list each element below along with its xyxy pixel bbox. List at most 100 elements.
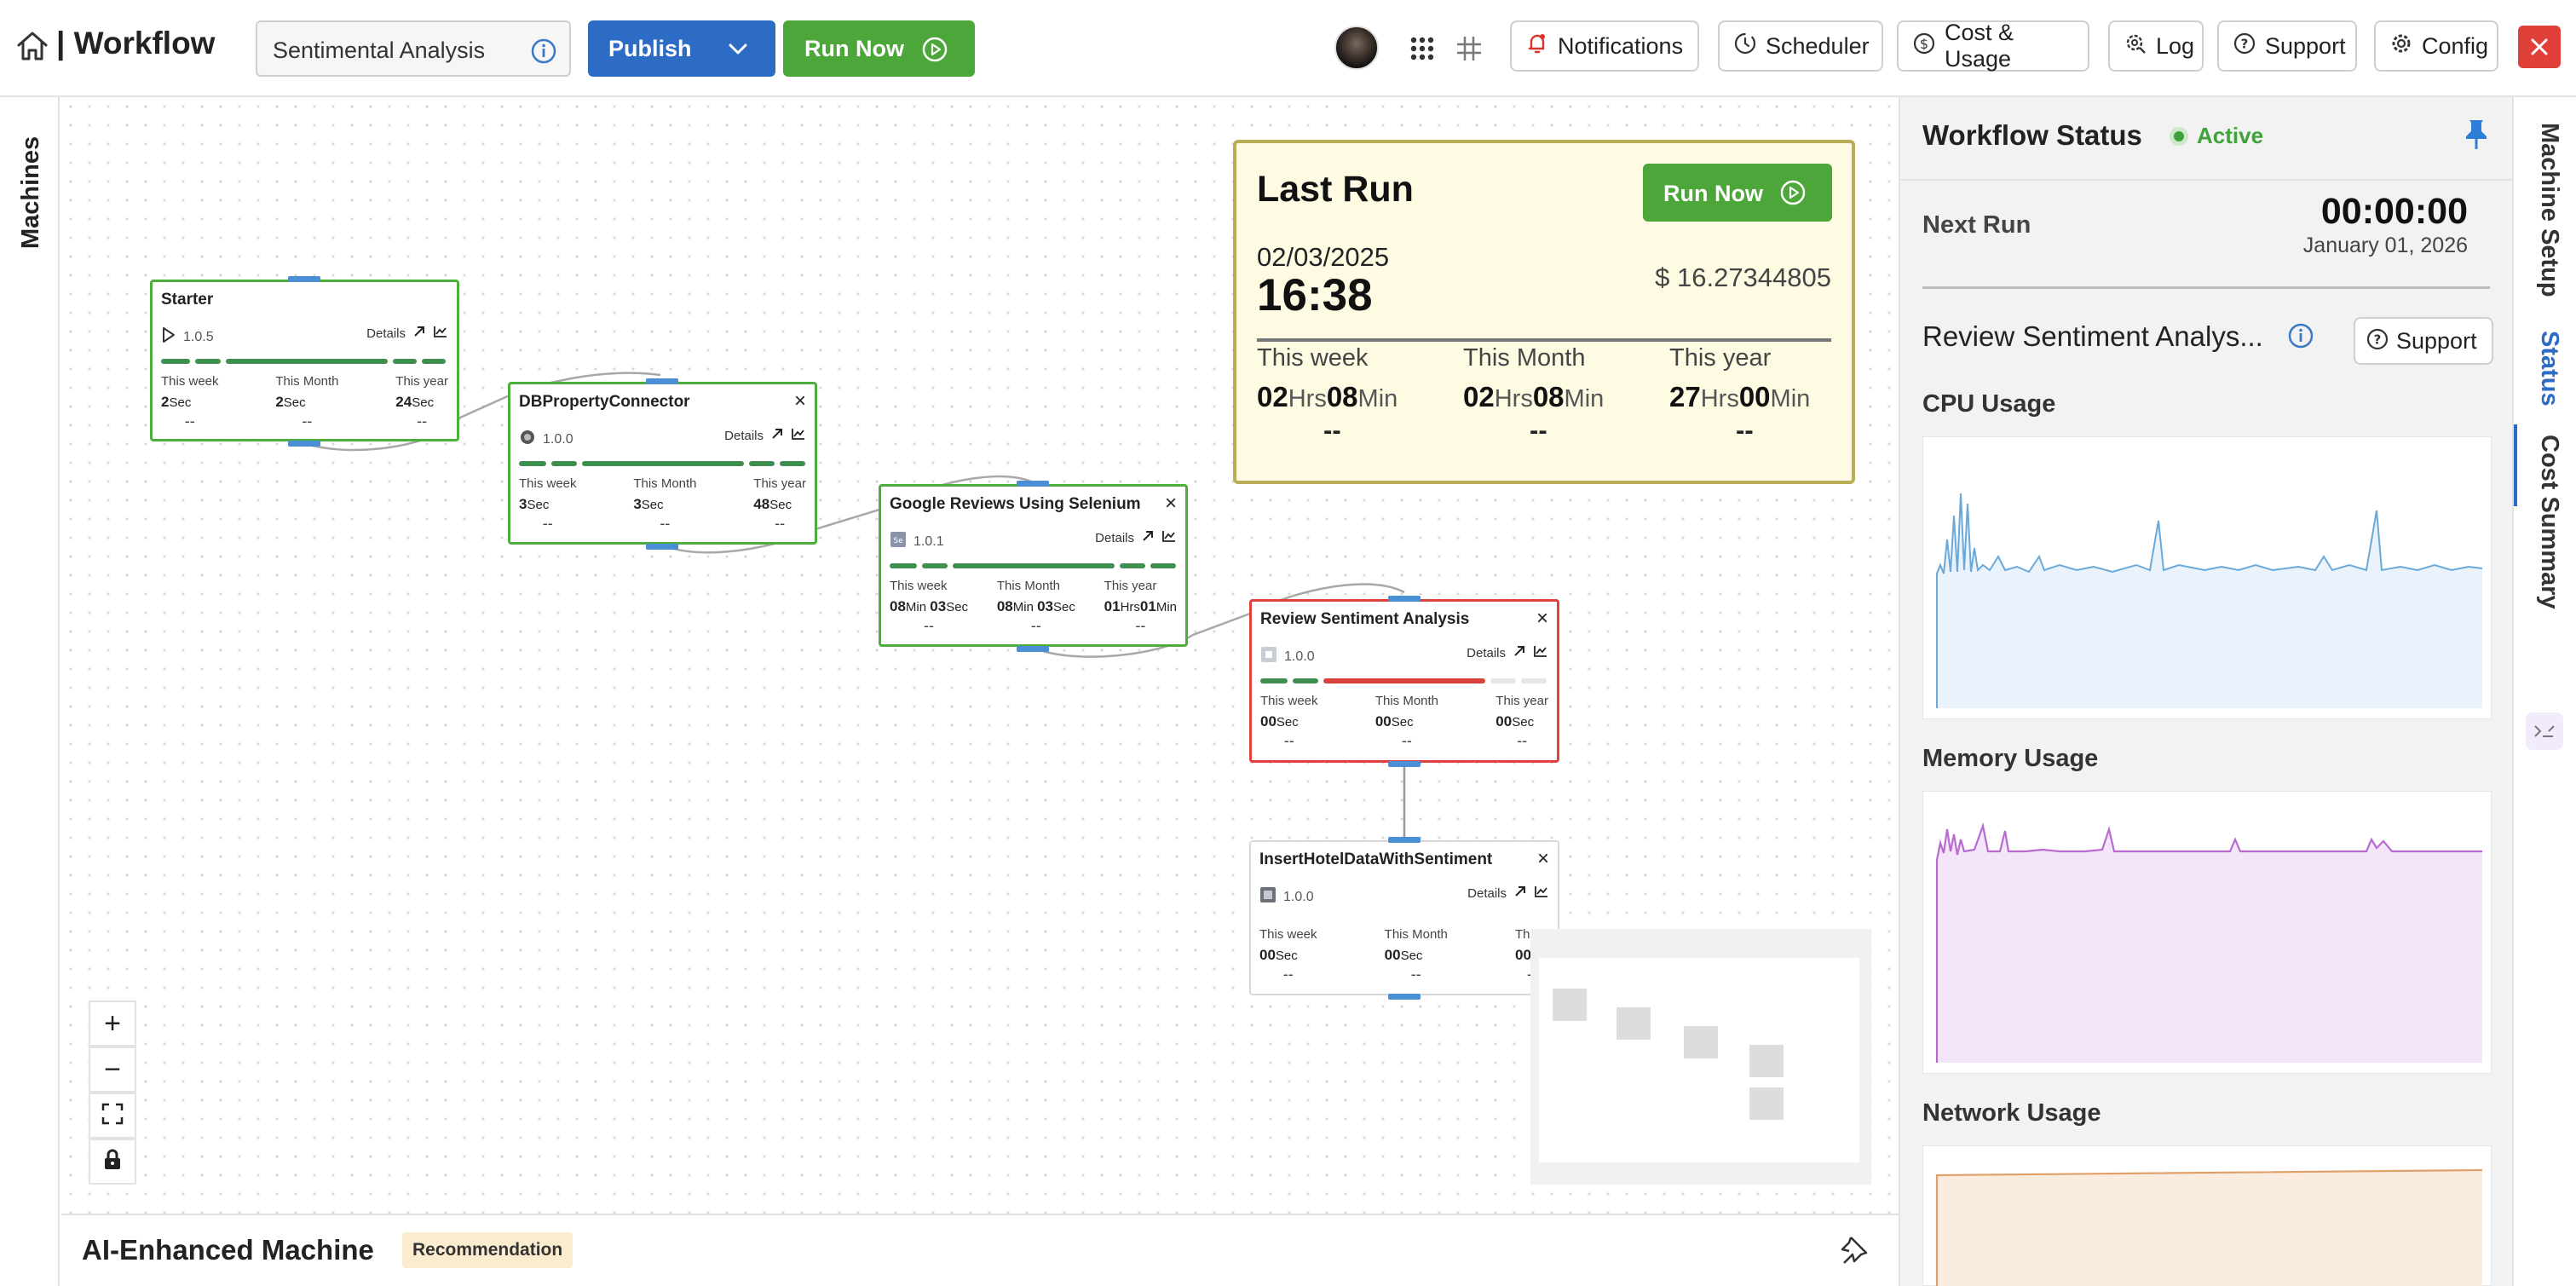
zoom-out-button[interactable]: − [89, 1047, 136, 1093]
last-run-run-now-button[interactable]: Run Now [1643, 164, 1832, 222]
close-icon[interactable]: × [1165, 492, 1177, 516]
close-icon[interactable]: × [1537, 847, 1549, 871]
node-details-link[interactable]: Details [1467, 885, 1549, 902]
apps-grid-icon[interactable] [1408, 34, 1437, 67]
pin-icon[interactable] [1839, 1234, 1870, 1271]
progress-segments [1260, 678, 1548, 683]
output-port[interactable] [288, 276, 320, 282]
help-circle-icon: ? [2366, 327, 2389, 355]
progress-segments [519, 461, 806, 466]
last-run-cost: $ 16.27344805 [1655, 262, 1831, 292]
workflow-node-google-reviews[interactable]: Google Reviews Using Selenium × Se 1.0.1… [879, 484, 1188, 647]
user-avatar[interactable] [1334, 26, 1379, 70]
workflow-node-starter[interactable]: Starter 1.0.5 Details This week 2Sec -- Th… [150, 280, 459, 441]
chart-icon[interactable] [791, 427, 806, 444]
network-usage-sparkline [1935, 1168, 2483, 1286]
node-version: 1.0.0 [543, 431, 573, 447]
publish-button[interactable]: Publish [588, 20, 775, 77]
minimap-node [1553, 989, 1587, 1021]
chevron-down-icon[interactable] [726, 39, 750, 64]
stat-this-month: This Month 08Min 03Sec -- [996, 579, 1075, 634]
node-version: 1.0.0 [1284, 649, 1315, 664]
input-port[interactable] [1388, 596, 1421, 602]
output-port[interactable] [1388, 761, 1421, 767]
minimap-viewport[interactable] [1539, 958, 1859, 1162]
ai-enhanced-title: AI-Enhanced Machine [82, 1234, 374, 1266]
notifications-button[interactable]: Notifications [1510, 20, 1699, 72]
tab-machine-setup[interactable]: Machine Setup [2535, 123, 2563, 297]
chart-icon[interactable] [433, 325, 448, 342]
panel-title: Workflow Status [1922, 119, 2142, 151]
fit-view-icon [101, 1099, 124, 1133]
chart-icon[interactable] [1534, 885, 1549, 902]
details-label: Details [1467, 645, 1506, 660]
input-port[interactable] [1017, 481, 1049, 487]
input-port[interactable] [1388, 837, 1421, 843]
memory-usage-chart [1922, 791, 2492, 1074]
close-icon[interactable]: × [794, 389, 806, 413]
last-run-title: Last Run [1257, 169, 1414, 210]
machine-icon [1259, 886, 1276, 908]
input-port[interactable] [646, 378, 678, 384]
canvas-minimap[interactable] [1530, 929, 1871, 1185]
stat-this-month: This Month 00Sec -- [1384, 927, 1448, 983]
info-icon[interactable] [530, 37, 557, 69]
output-port[interactable] [1017, 646, 1049, 652]
svg-text:$: $ [1920, 36, 1928, 52]
pin-icon[interactable] [2463, 118, 2490, 156]
workflow-name-field[interactable]: Sentimental Analysis [256, 20, 571, 77]
zoom-in-button[interactable]: + [89, 1001, 136, 1047]
external-link-icon [1141, 529, 1155, 546]
period-this-month: This Month 02Hrs08Min -- [1463, 344, 1605, 445]
stat-this-year: This year 00Sec -- [1495, 694, 1548, 749]
last-run-card: Last Run Run Now 02/03/2025 16:38 $ 16.2… [1233, 140, 1855, 484]
config-button[interactable]: Config [2374, 20, 2498, 72]
log-button[interactable]: Log [2108, 20, 2204, 72]
workflow-node-insert-hotel-data[interactable]: InsertHotelDataWithSentiment × 1.0.0 Det… [1249, 840, 1559, 995]
run-now-label: Run Now [1663, 181, 1763, 206]
tab-cost-summary[interactable]: Cost Summary [2535, 435, 2563, 609]
next-run-label: Next Run [1922, 211, 2031, 239]
machines-tab[interactable]: Machines [17, 136, 45, 249]
cost-usage-label: Cost & Usage [1945, 20, 2014, 72]
close-window-button[interactable] [2518, 26, 2561, 68]
node-details-link[interactable]: Details [366, 325, 448, 342]
machine-name: Review Sentiment Analys... [1922, 320, 2263, 352]
terminal-icon[interactable] [2526, 712, 2563, 750]
next-run-date: January 01, 2026 [2302, 234, 2468, 257]
output-port[interactable] [646, 544, 678, 550]
scheduler-button[interactable]: Scheduler [1718, 20, 1883, 72]
info-icon[interactable] [2287, 322, 2314, 354]
chart-icon[interactable] [1161, 529, 1177, 546]
hash-grid-icon[interactable] [1455, 34, 1484, 67]
divider [1900, 179, 2512, 181]
node-details-link[interactable]: Details [724, 427, 806, 444]
lock-button[interactable] [89, 1139, 136, 1185]
workflow-node-dbpropertyconnector[interactable]: DBPropertyConnector × 1.0.0 Details This… [508, 382, 817, 545]
output-port[interactable] [1388, 994, 1421, 1000]
tab-status[interactable]: Status [2535, 331, 2563, 407]
close-icon[interactable]: × [1536, 607, 1548, 631]
node-details-link[interactable]: Details [1467, 644, 1548, 661]
machine-icon [1260, 646, 1277, 667]
output-port[interactable] [288, 441, 320, 447]
log-label: Log [2156, 32, 2195, 59]
run-now-button[interactable]: Run Now [783, 20, 975, 77]
support-button[interactable]: ? Support [2217, 20, 2357, 72]
close-icon [2529, 37, 2550, 61]
stat-this-week: This week 00Sec -- [1260, 694, 1318, 749]
ai-enhanced-bar: AI-Enhanced Machine Recommendation [61, 1214, 1899, 1286]
node-version-row: 1.0.5 [161, 326, 214, 348]
home-icon[interactable] [15, 29, 49, 63]
stat-this-week: This week 3Sec -- [519, 476, 577, 532]
cost-usage-button[interactable]: $ Cost & Usage [1897, 20, 2089, 72]
node-stats: This week 2Sec -- This Month 2Sec -- This ye… [161, 374, 448, 430]
chart-icon[interactable] [1533, 644, 1548, 661]
workflow-node-review-sentiment-analysis[interactable]: Review Sentiment Analysis × 1.0.0 Detail… [1249, 599, 1559, 763]
machine-support-button[interactable]: ? Support [2354, 317, 2493, 365]
svg-text:?: ? [2374, 332, 2382, 347]
workflow-status-panel: Workflow Status Active Next Run 00:00:00… [1899, 97, 2512, 1286]
node-details-link[interactable]: Details [1095, 529, 1177, 546]
node-version-row: 1.0.0 [1260, 646, 1315, 667]
fit-view-button[interactable] [89, 1093, 136, 1139]
